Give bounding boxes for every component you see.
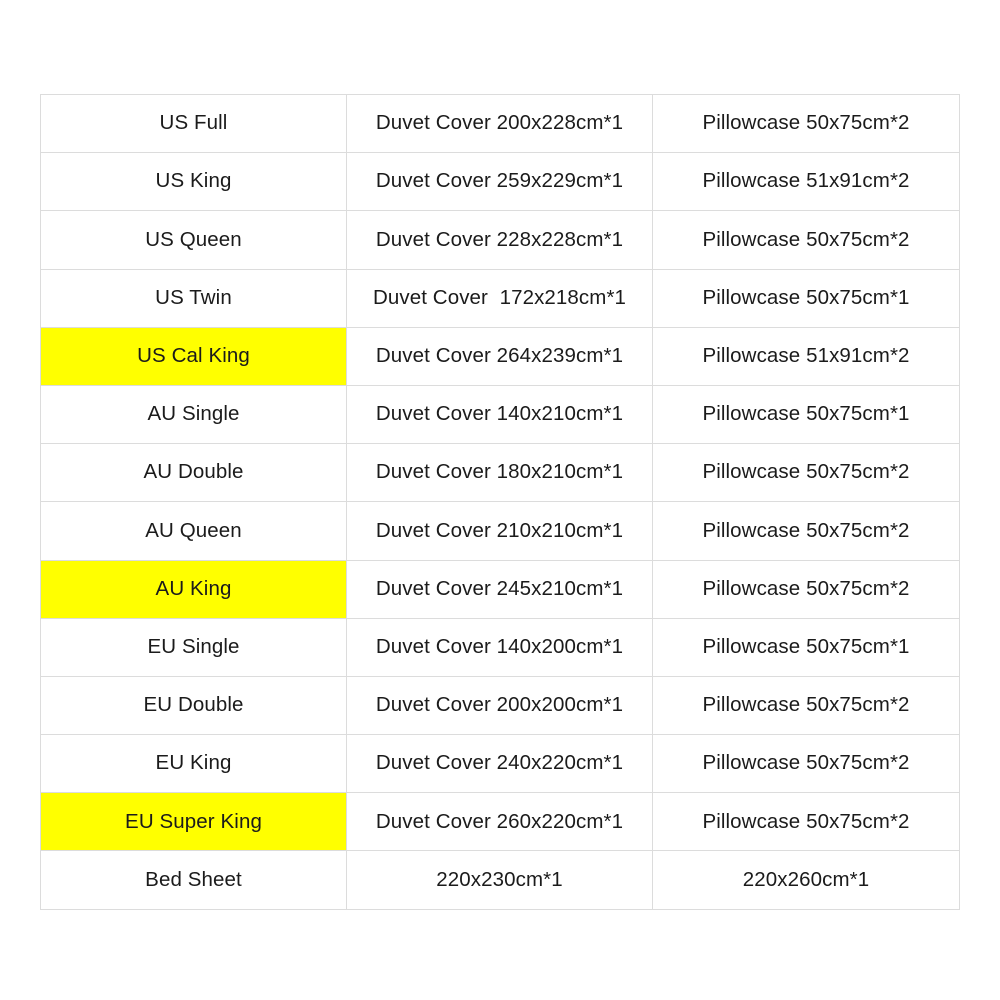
duvet-cover-cell: Duvet Cover 245x210cm*1	[346, 559, 653, 619]
pillowcase-cell: Pillowcase 51x91cm*2	[652, 326, 960, 386]
size-name-cell: AU Queen	[40, 501, 347, 561]
size-name-cell: AU Double	[40, 443, 347, 503]
table-row: AU Single Duvet Cover 140x210cm*1 Pillowca…	[40, 384, 960, 445]
duvet-cover-cell: Duvet Cover 200x228cm*1	[346, 93, 653, 154]
size-name-cell: EU King	[40, 734, 347, 794]
pillowcase-cell: Pillowcase 50x75cm*1	[652, 268, 960, 328]
size-name-cell-highlighted: AU King	[40, 559, 347, 619]
size-name-cell: US King	[40, 152, 347, 212]
table-row: US Twin Duvet Cover 172x218cm*1 Pillowcase…	[40, 268, 960, 328]
table-row: US Queen Duvet Cover 228x228cm*1 Pillowcas…	[40, 210, 960, 270]
pillowcase-cell: Pillowcase 51x91cm*2	[652, 152, 960, 212]
duvet-cover-cell: Duvet Cover 259x229cm*1	[346, 152, 653, 212]
pillowcase-cell: 220x260cm*1	[652, 850, 960, 910]
size-name-cell: EU Double	[40, 675, 347, 736]
table-row: US King Duvet Cover 259x229cm*1 Pillowcase…	[40, 152, 960, 212]
bedding-size-table-container: US Full Duvet Cover 200x228cm*1 Pillowcase…	[40, 93, 960, 910]
table-row: US Cal King Duvet Cover 264x239cm*1 Pillow…	[40, 326, 960, 386]
size-name-cell: Bed Sheet	[40, 850, 347, 910]
duvet-cover-cell: Duvet Cover 240x220cm*1	[346, 734, 653, 794]
size-name-cell-highlighted: US Cal King	[40, 326, 347, 386]
pillowcase-cell: Pillowcase 50x75cm*2	[652, 792, 960, 852]
table-row: EU Super King Duvet Cover 260x220cm*1 Pill…	[40, 792, 960, 852]
duvet-cover-cell: Duvet Cover 140x200cm*1	[346, 617, 653, 677]
duvet-cover-cell: Duvet Cover 228x228cm*1	[346, 210, 653, 270]
pillowcase-cell: Pillowcase 50x75cm*2	[652, 559, 960, 619]
pillowcase-cell: Pillowcase 50x75cm*2	[652, 210, 960, 270]
size-name-cell-highlighted: EU Super King	[40, 792, 347, 852]
table-row: EU Double Duvet Cover 200x200cm*1 Pillowca…	[40, 675, 960, 736]
bedding-size-table: US Full Duvet Cover 200x228cm*1 Pillowcase…	[40, 93, 960, 910]
pillowcase-cell: Pillowcase 50x75cm*2	[652, 93, 960, 154]
duvet-cover-cell: Duvet Cover 140x210cm*1	[346, 384, 653, 445]
pillowcase-cell: Pillowcase 50x75cm*1	[652, 617, 960, 677]
duvet-cover-cell: Duvet Cover 210x210cm*1	[346, 501, 653, 561]
size-name-cell: US Twin	[40, 268, 347, 328]
table-row: EU King Duvet Cover 240x220cm*1 Pillowcase…	[40, 734, 960, 794]
size-name-cell: AU Single	[40, 384, 347, 445]
pillowcase-cell: Pillowcase 50x75cm*2	[652, 734, 960, 794]
duvet-cover-cell: Duvet Cover 264x239cm*1	[346, 326, 653, 386]
size-name-cell: US Full	[40, 93, 347, 154]
table-row: Bed Sheet 220x230cm*1 220x260cm*1	[40, 850, 960, 910]
pillowcase-cell: Pillowcase 50x75cm*2	[652, 501, 960, 561]
size-name-cell: EU Single	[40, 617, 347, 677]
pillowcase-cell: Pillowcase 50x75cm*2	[652, 675, 960, 736]
pillowcase-cell: Pillowcase 50x75cm*1	[652, 384, 960, 445]
duvet-cover-cell: Duvet Cover 180x210cm*1	[346, 443, 653, 503]
table-row: AU Queen Duvet Cover 210x210cm*1 Pillowcas…	[40, 501, 960, 561]
bedding-size-table-body: US Full Duvet Cover 200x228cm*1 Pillowcase…	[40, 93, 960, 910]
table-row: US Full Duvet Cover 200x228cm*1 Pillowcase…	[40, 93, 960, 154]
duvet-cover-cell: Duvet Cover 172x218cm*1	[346, 268, 653, 328]
duvet-cover-cell: 220x230cm*1	[346, 850, 653, 910]
page-root: US Full Duvet Cover 200x228cm*1 Pillowcase…	[0, 0, 1000, 1000]
table-row: EU Single Duvet Cover 140x200cm*1 Pillowca…	[40, 617, 960, 677]
duvet-cover-cell: Duvet Cover 200x200cm*1	[346, 675, 653, 736]
pillowcase-cell: Pillowcase 50x75cm*2	[652, 443, 960, 503]
table-row: AU Double Duvet Cover 180x210cm*1 Pillowca…	[40, 443, 960, 503]
table-row: AU King Duvet Cover 245x210cm*1 Pillowcase…	[40, 559, 960, 619]
duvet-cover-cell: Duvet Cover 260x220cm*1	[346, 792, 653, 852]
size-name-cell: US Queen	[40, 210, 347, 270]
